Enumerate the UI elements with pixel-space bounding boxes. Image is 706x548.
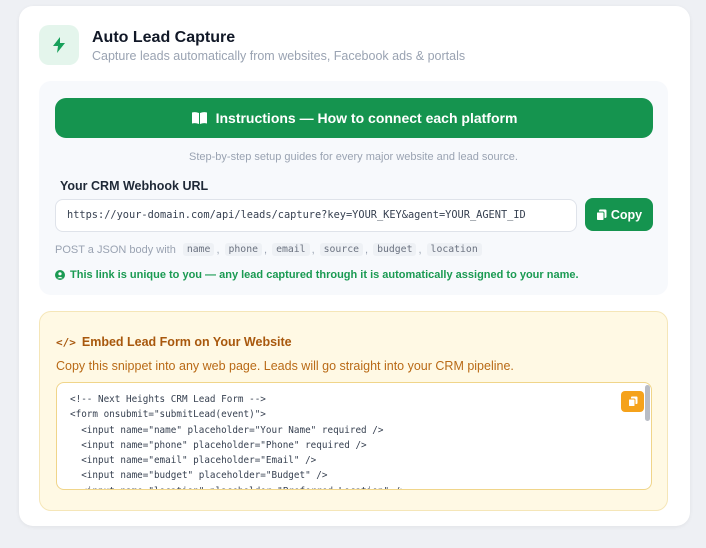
copy-url-button[interactable]: Copy	[585, 198, 653, 231]
unique-note-text: This link is unique to you — any lead ca…	[70, 269, 579, 281]
code-icon: </>	[56, 335, 76, 349]
webhook-section: Instructions — How to connect each platf…	[39, 81, 668, 295]
user-circle-icon	[55, 270, 65, 280]
post-json-hint: POST a JSON body with name, phone, email…	[55, 243, 484, 256]
book-icon	[191, 111, 208, 125]
post-prefix: POST a JSON body with	[55, 243, 176, 256]
field-chip: name	[182, 243, 215, 256]
page-title: Auto Lead Capture	[92, 28, 236, 46]
code-text: <!-- Next Heights CRM Lead Form --> <for…	[70, 394, 406, 489]
instructions-button-label: Instructions — How to connect each platf…	[215, 110, 518, 126]
instructions-subtext: Step-by-step setup guides for every majo…	[189, 151, 518, 163]
auto-lead-capture-card: Auto Lead Capture Capture leads automati…	[19, 6, 690, 526]
field-chip: budget	[373, 243, 417, 256]
code-scrollbar[interactable]	[645, 385, 650, 421]
card-header: Auto Lead Capture Capture leads automati…	[39, 25, 465, 65]
copy-icon	[627, 396, 637, 407]
embed-description: Copy this snippet into any web page. Lea…	[56, 359, 514, 373]
copy-snippet-button[interactable]	[621, 391, 644, 412]
page: Auto Lead Capture Capture leads automati…	[0, 0, 706, 548]
webhook-url-label: Your CRM Webhook URL	[60, 179, 209, 193]
webhook-url-field[interactable]: https://your-domain.com/api/leads/captur…	[55, 199, 577, 232]
embed-title-text: Embed Lead Form on Your Website	[81, 335, 292, 349]
embed-code-snippet[interactable]: <!-- Next Heights CRM Lead Form --> <for…	[56, 382, 652, 490]
lightning-icon	[39, 25, 79, 65]
field-chip: source	[319, 243, 364, 256]
page-subtitle: Capture leads automatically from website…	[92, 48, 466, 63]
field-chip: phone	[224, 243, 263, 256]
unique-link-note: This link is unique to you — any lead ca…	[55, 269, 579, 281]
copy-button-label: Copy	[610, 207, 643, 222]
field-chip: email	[272, 243, 310, 256]
embed-title: </> Embed Lead Form on Your Website	[56, 335, 292, 349]
instructions-button[interactable]: Instructions — How to connect each platf…	[55, 98, 653, 138]
copy-icon	[595, 209, 607, 221]
embed-form-section: </> Embed Lead Form on Your Website Copy…	[39, 311, 668, 511]
field-chip: location	[426, 243, 482, 256]
